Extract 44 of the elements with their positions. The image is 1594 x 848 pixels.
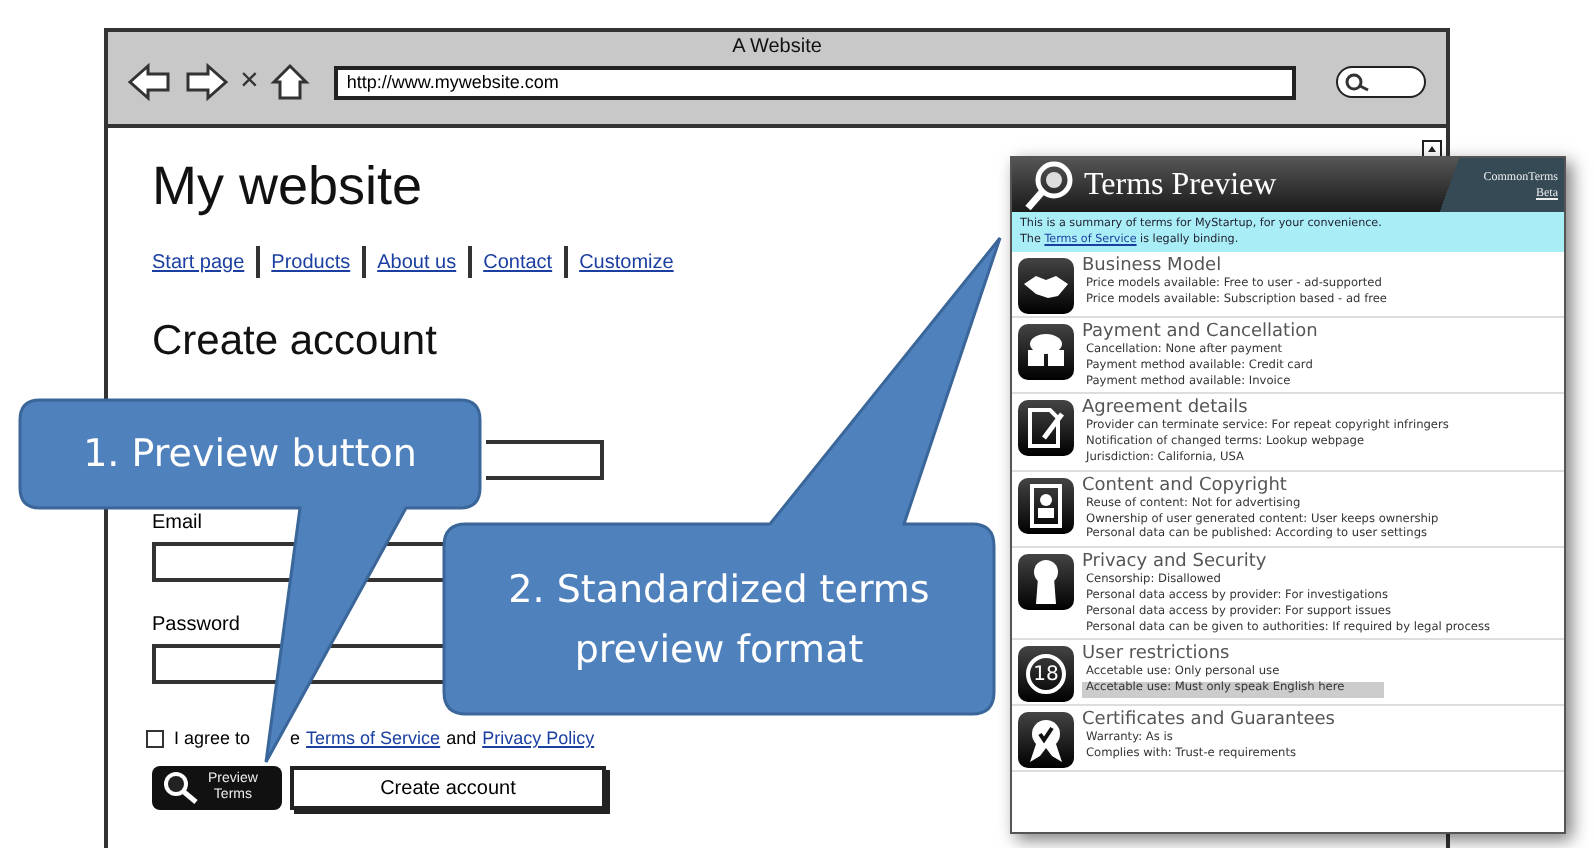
terms-link[interactable]: Terms of Service [306, 728, 441, 748]
section-title: Privacy and Security [1082, 550, 1267, 573]
age-badge-icon: 18 [1018, 646, 1074, 703]
agree-text: e [290, 728, 301, 748]
document-pen-icon [1018, 400, 1074, 457]
magnifier-icon [160, 770, 200, 806]
callout-text: 1. Preview button [83, 430, 417, 480]
person-document-icon [1018, 477, 1074, 534]
checkbox[interactable] [146, 729, 164, 747]
field-label: Email [152, 512, 203, 534]
field-label: Password [152, 614, 240, 636]
ribbon-icon [1018, 712, 1074, 769]
site-heading: My website [152, 156, 423, 218]
home-icon[interactable] [270, 62, 311, 102]
nav-link[interactable]: Contact [483, 251, 553, 273]
nav-link[interactable]: Products [271, 251, 351, 273]
stop-button[interactable]: × [240, 66, 259, 98]
form-title: Create account [152, 318, 437, 366]
create-account-button[interactable]: Create account [290, 766, 606, 810]
input-field[interactable] [486, 440, 604, 480]
nav-link[interactable]: About us [377, 251, 457, 273]
forward-icon[interactable] [184, 62, 228, 102]
nav-link[interactable]: Start page [152, 251, 245, 273]
nav-link[interactable]: Customize [579, 251, 674, 273]
address-field[interactable]: http://www.mywebsite.com [334, 65, 1296, 99]
section-title: User restrictions [1082, 642, 1230, 665]
section-title: Business Model [1082, 254, 1222, 277]
keyhole-icon [1018, 554, 1074, 611]
agree-text: and [446, 728, 477, 748]
section-title: Agreement details [1082, 396, 1248, 419]
callout-text: 2. Standardized terms [508, 566, 930, 616]
search-icon [1344, 72, 1372, 92]
agree-text: I agree to [174, 728, 251, 748]
section-title: Payment and Cancellation [1082, 320, 1318, 343]
callout-text: preview format [574, 626, 864, 676]
panel-title: Terms Preview [1084, 167, 1277, 203]
section-title: Content and Copyright [1082, 473, 1287, 497]
popup-toggle-icon[interactable] [1422, 140, 1442, 158]
window-title: A Website [732, 36, 822, 58]
magnifier-icon [1024, 159, 1076, 211]
section-title: Certificates and Guarantees [1082, 708, 1335, 731]
privacy-link[interactable]: Privacy Policy [482, 728, 595, 748]
back-icon[interactable] [128, 62, 172, 102]
search-field[interactable] [1336, 66, 1426, 98]
